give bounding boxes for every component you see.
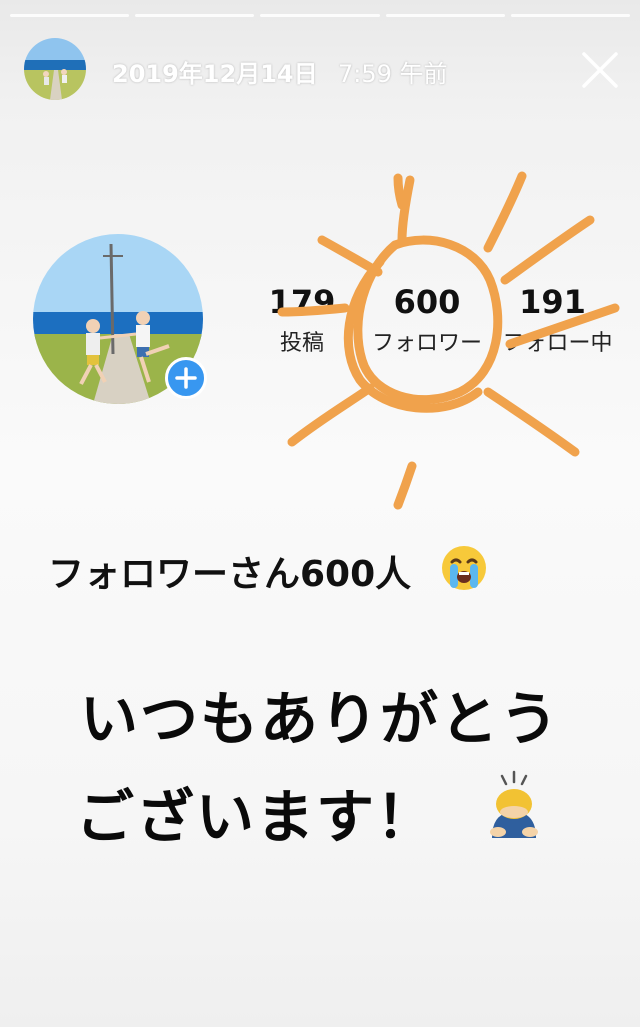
progress-segment bbox=[510, 14, 631, 17]
progress-segment bbox=[385, 14, 505, 17]
story-time: 7:59 午前 bbox=[338, 60, 448, 88]
following-label: フォロー中 bbox=[502, 331, 613, 356]
add-story-button[interactable] bbox=[165, 357, 207, 399]
close-icon bbox=[582, 52, 618, 88]
caption-thanks-line1: いつもありがとう bbox=[79, 685, 560, 753]
person-bowing-icon bbox=[478, 768, 550, 840]
plus-icon bbox=[175, 367, 197, 389]
story-progress-bar bbox=[10, 14, 631, 17]
followers-label: フォロワー bbox=[371, 331, 482, 356]
caption-thanks-line2: ございます！ bbox=[76, 783, 437, 851]
story-date: 2019年12月14日 bbox=[112, 60, 318, 88]
posts-label: 投稿 bbox=[279, 331, 324, 356]
close-button[interactable] bbox=[578, 48, 622, 92]
caption-followers: フォロワーさん600人 bbox=[48, 554, 412, 595]
loudly-crying-face-icon bbox=[440, 544, 488, 592]
progress-segment bbox=[10, 14, 130, 17]
progress-segment bbox=[135, 14, 255, 17]
following-count: 191 bbox=[519, 283, 586, 321]
story-author-avatar[interactable] bbox=[24, 38, 86, 100]
followers-count: 600 bbox=[393, 283, 461, 321]
progress-segment bbox=[260, 14, 380, 17]
posts-count: 179 bbox=[268, 283, 336, 321]
sun-scribble-drawing bbox=[277, 171, 620, 510]
